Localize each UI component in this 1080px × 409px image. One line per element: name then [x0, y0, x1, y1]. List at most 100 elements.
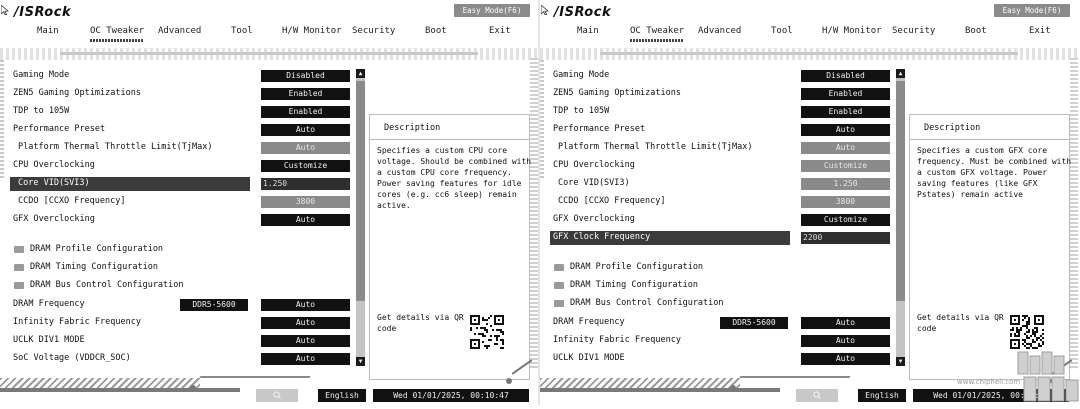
setting-row[interactable]: DRAM Timing Configuration	[10, 260, 352, 276]
setting-value[interactable]: Auto	[801, 335, 890, 347]
setting-row[interactable]: Platform Thermal Throttle Limit(TjMax) Au…	[550, 140, 892, 156]
tab-exit[interactable]: Exit	[1029, 26, 1051, 36]
setting-row[interactable]: DRAM Bus Control Configuration	[10, 278, 352, 294]
setting-row[interactable]: Infinity Fabric Frequency Auto	[10, 315, 352, 331]
setting-row[interactable]: TDP to 105W Enabled	[10, 104, 352, 120]
setting-value[interactable]: Auto	[261, 335, 350, 347]
scrollbar-thumb[interactable]	[356, 81, 365, 301]
easy-mode-button[interactable]: Easy Mode(F6)	[994, 4, 1070, 17]
language-button[interactable]: English	[318, 389, 366, 402]
setting-value[interactable]: 3800	[261, 196, 350, 208]
setting-value[interactable]: Auto	[261, 124, 350, 136]
scroll-up-arrow-icon[interactable]: ▲	[356, 69, 365, 78]
setting-row[interactable]: Performance Preset Auto	[550, 122, 892, 138]
setting-label: DRAM Timing Configuration	[570, 280, 698, 290]
setting-row[interactable]: UCLK DIV1 MODE Auto	[10, 333, 352, 349]
setting-value[interactable]: Auto	[261, 299, 350, 311]
tab-boot[interactable]: Boot	[965, 26, 987, 36]
description-panel: Description Specifies a custom CPU core v…	[369, 114, 531, 380]
setting-row[interactable]: DRAM Profile Configuration	[10, 242, 352, 258]
setting-row[interactable]: DRAM Bus Control Configuration	[550, 296, 892, 312]
setting-row[interactable]: CCDO [CCXO Frequency] 3800	[550, 194, 892, 210]
qfan-button[interactable]	[256, 389, 298, 402]
setting-row[interactable]: Performance Preset Auto	[10, 122, 352, 138]
setting-row[interactable]: Gaming Mode Disabled	[550, 68, 892, 84]
setting-row[interactable]: SoC Voltage (VDDCR_SOC) Auto	[10, 351, 352, 367]
setting-label: Infinity Fabric Frequency	[13, 317, 141, 327]
tab-boot[interactable]: Boot	[425, 26, 447, 36]
setting-label: Performance Preset	[13, 124, 106, 134]
qfan-button[interactable]	[796, 389, 838, 402]
setting-value[interactable]: Enabled	[801, 88, 890, 100]
setting-value[interactable]: Auto	[261, 142, 350, 154]
description-header: Description	[910, 115, 1069, 140]
setting-row[interactable]: GFX Overclocking Auto	[10, 212, 352, 228]
setting-value[interactable]: Enabled	[261, 106, 350, 118]
description-panel: Description Specifies a custom GFX core f…	[909, 114, 1072, 380]
chiphell-watermark: www.chiphell.com	[957, 350, 1080, 405]
setting-value[interactable]: Customize	[801, 160, 890, 172]
folder-icon	[554, 300, 564, 307]
setting-value[interactable]: 1.250	[801, 178, 890, 190]
status-bar: English Wed 01/01/2025, 00:10:47	[0, 359, 538, 405]
setting-label: Performance Preset	[553, 124, 646, 134]
scroll-down-arrow-icon[interactable]: ▼	[896, 357, 905, 366]
setting-label: SoC Voltage (VDDCR_SOC)	[13, 353, 131, 363]
setting-label: DRAM Frequency	[553, 317, 625, 327]
setting-row[interactable]: Core VID(SVI3) 1.250	[550, 176, 892, 192]
scrollbar[interactable]: ▲ ▼	[896, 69, 905, 366]
setting-value[interactable]: 1.250	[261, 178, 350, 190]
setting-label: UCLK DIV1 MODE	[13, 335, 85, 345]
setting-value[interactable]: Auto	[261, 317, 350, 329]
setting-row[interactable]: Core VID(SVI3) 1.250	[10, 176, 352, 192]
setting-value[interactable]: Customize	[261, 160, 350, 172]
current-value-badge: DDR5-5600	[180, 299, 248, 311]
setting-row[interactable]: CPU Overclocking Customize	[550, 158, 892, 174]
scroll-up-arrow-icon[interactable]: ▲	[896, 69, 905, 78]
setting-value[interactable]: Auto	[801, 142, 890, 154]
tab-exit[interactable]: Exit	[489, 26, 511, 36]
scrollbar-thumb[interactable]	[896, 81, 905, 301]
setting-value[interactable]: Auto	[801, 317, 890, 329]
scroll-down-arrow-icon[interactable]: ▼	[356, 357, 365, 366]
description-title: Description	[924, 123, 981, 133]
easy-mode-button[interactable]: Easy Mode(F6)	[454, 4, 530, 17]
setting-row[interactable]: Gaming Mode Disabled	[10, 68, 352, 84]
setting-row[interactable]: ZEN5 Gaming Optimizations Enabled	[550, 86, 892, 102]
setting-value[interactable]: Auto	[801, 124, 890, 136]
setting-label: TDP to 105W	[13, 106, 70, 116]
setting-value[interactable]: Customize	[801, 214, 890, 226]
setting-row[interactable]: GFX Clock Frequency 2200	[550, 230, 892, 246]
folder-icon	[14, 246, 24, 253]
bottom-decoration-dot	[730, 385, 736, 391]
setting-value[interactable]: Auto	[801, 353, 890, 365]
setting-label: Core VID(SVI3)	[558, 178, 630, 188]
setting-label: CPU Overclocking	[13, 160, 95, 170]
setting-value[interactable]: Auto	[261, 353, 350, 365]
setting-row[interactable]: DRAM Timing Configuration	[550, 278, 892, 294]
setting-row[interactable]: DRAM Frequency Auto DDR5-5600	[10, 297, 352, 313]
setting-value[interactable]: Disabled	[261, 70, 350, 82]
setting-row[interactable]: DRAM Frequency Auto DDR5-5600	[550, 315, 892, 331]
setting-row[interactable]: GFX Overclocking Customize	[550, 212, 892, 228]
setting-value[interactable]: 3800	[801, 196, 890, 208]
setting-value[interactable]: Enabled	[801, 106, 890, 118]
setting-value[interactable]: Auto	[261, 214, 350, 226]
setting-row[interactable]: ZEN5 Gaming Optimizations Enabled	[10, 86, 352, 102]
setting-row[interactable]: Infinity Fabric Frequency Auto	[550, 333, 892, 349]
language-button[interactable]: English	[858, 389, 906, 402]
setting-row[interactable]: TDP to 105W Enabled	[550, 104, 892, 120]
scrollbar[interactable]: ▲ ▼	[356, 69, 365, 366]
setting-label: DRAM Frequency	[13, 299, 85, 309]
setting-value[interactable]: Disabled	[801, 70, 890, 82]
description-text: Specifies a custom GFX core frequency. M…	[917, 146, 1072, 199]
setting-row[interactable]: Platform Thermal Throttle Limit(TjMax) Au…	[10, 140, 352, 156]
setting-row[interactable]: DRAM Profile Configuration	[550, 260, 892, 276]
setting-label: Core VID(SVI3)	[18, 178, 90, 188]
setting-row[interactable]: UCLK DIV1 MODE Auto	[550, 351, 892, 367]
setting-value[interactable]: 2200	[801, 232, 890, 244]
setting-row[interactable]: CPU Overclocking Customize	[10, 158, 352, 174]
setting-label: Platform Thermal Throttle Limit(TjMax)	[558, 142, 753, 152]
setting-row[interactable]: CCDO [CCXO Frequency] 3800	[10, 194, 352, 210]
setting-value[interactable]: Enabled	[261, 88, 350, 100]
